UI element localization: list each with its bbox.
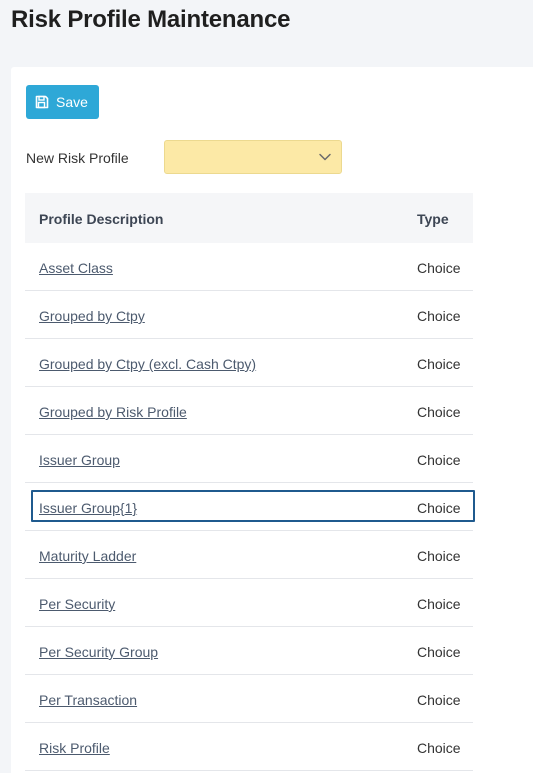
table-row[interactable]: Grouped by Ctpy (excl. Cash Ctpy) Choice [25,339,473,387]
table-row[interactable]: Issuer Group Choice [25,435,473,483]
profile-type: Choice [417,548,461,564]
table-row[interactable]: Risk Profile Choice [25,723,473,771]
profile-description-link[interactable]: Issuer Group [39,452,120,468]
profile-description-link[interactable]: Risk Profile [39,740,110,756]
profile-type: Choice [417,740,461,756]
table-row[interactable]: Grouped by Ctpy Choice [25,291,473,339]
profile-type: Choice [417,500,461,516]
table-row[interactable]: Issuer Group{1} Choice [25,483,475,531]
new-risk-profile-select[interactable] [164,140,342,174]
table-row[interactable]: Per Transaction Choice [25,675,473,723]
profile-description-link[interactable]: Maturity Ladder [39,548,136,564]
profile-type: Choice [417,356,461,372]
new-risk-profile-label: New Risk Profile [26,150,129,166]
table-row[interactable]: Grouped by Risk Profile Choice [25,387,473,435]
profile-type: Choice [417,452,461,468]
profile-type: Choice [417,308,461,324]
table-row[interactable]: Asset Class Choice [25,243,473,291]
profile-type: Choice [417,260,461,276]
chevron-down-icon [319,153,331,161]
profile-description-link[interactable]: Per Security [39,596,115,612]
profile-description-link[interactable]: Grouped by Ctpy [39,308,145,324]
table-body: Asset Class Choice Grouped by Ctpy Choice Gr… [25,243,475,771]
profile-description-link[interactable]: Per Transaction [39,692,137,708]
column-header-profile-description[interactable]: Profile Description [39,211,163,227]
main-panel: Save New Risk Profile Profile Descriptio… [11,67,533,773]
floppy-disk-icon [35,95,49,109]
profile-type: Choice [417,692,461,708]
table-row[interactable]: Per Security Group Choice [25,627,473,675]
column-header-type[interactable]: Type [417,211,449,227]
profile-description-link[interactable]: Asset Class [39,260,113,276]
save-button-label: Save [56,94,88,110]
save-button[interactable]: Save [26,85,99,119]
risk-profile-table: Profile Description Type Asset Class Choi… [25,193,475,771]
profile-description-link[interactable]: Grouped by Ctpy (excl. Cash Ctpy) [39,356,256,372]
profile-type: Choice [417,596,461,612]
profile-type: Choice [417,404,461,420]
table-header: Profile Description Type [25,193,473,243]
profile-type: Choice [417,644,461,660]
table-row[interactable]: Per Security Choice [25,579,473,627]
table-row[interactable]: Maturity Ladder Choice [25,531,473,579]
profile-description-link[interactable]: Grouped by Risk Profile [39,404,187,420]
profile-description-link[interactable]: Issuer Group{1} [39,500,137,516]
page-title: Risk Profile Maintenance [11,6,291,33]
profile-description-link[interactable]: Per Security Group [39,644,158,660]
